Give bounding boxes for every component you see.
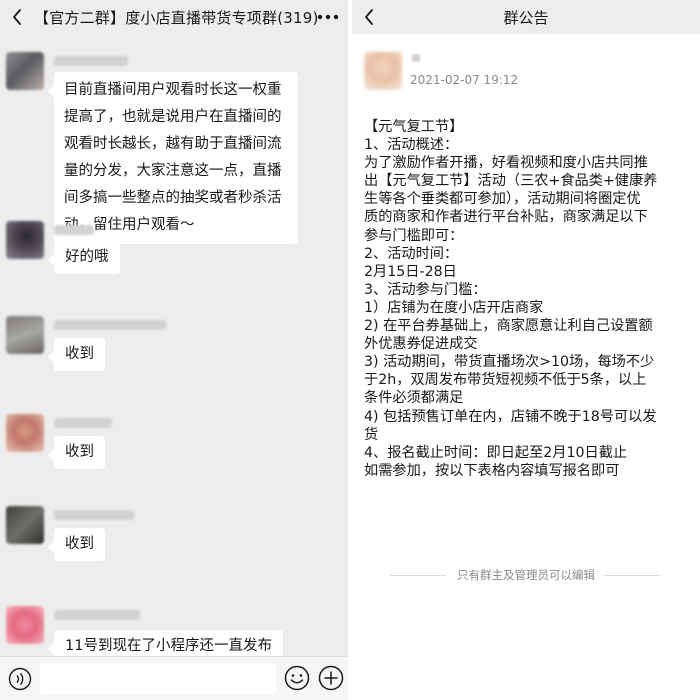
notice-line: 质的商家和作者进行平台补贴，商家满足以下 (364, 209, 648, 226)
avatar[interactable] (6, 414, 44, 452)
avatar[interactable] (364, 52, 402, 90)
emoji-icon[interactable] (284, 665, 310, 691)
edit-permission-note: 只有群主及管理员可以编辑 (352, 566, 700, 586)
avatar[interactable] (6, 52, 44, 90)
chat-title: 【官方二群】度小店直播带货专项群(319) (34, 8, 319, 27)
message-bubble[interactable]: 收到 (48, 436, 105, 469)
chevron-left-icon (13, 9, 21, 25)
chevron-left-icon (365, 9, 373, 25)
notice-line: 为了激励作者开播，好看视频和度小店共同推 (364, 155, 648, 172)
avatar[interactable] (6, 221, 44, 259)
notice-line: 1）店铺为在度小店开店商家 (364, 299, 544, 316)
author-name (412, 54, 420, 62)
notice-line: 2月15日-28日 (364, 263, 457, 280)
message-line: 收到 (65, 536, 94, 552)
notice-line: 货 (364, 426, 379, 443)
sender-name (54, 320, 166, 330)
notice-line: 【元气复工节】 (364, 119, 464, 135)
message-bubble[interactable]: 收到 (48, 338, 105, 371)
chat-screen: 【官方二群】度小店直播带货专项群(319) 目前直播间用户观看时长这一权重 提高… (0, 0, 348, 700)
notice-header: 群公告 (352, 0, 700, 34)
divider-line (604, 575, 660, 576)
more-button[interactable] (314, 6, 342, 28)
notice-line: 于2h，双周发布带货短视频不低于5条，以上 (364, 372, 647, 389)
back-button[interactable] (352, 0, 386, 34)
notice-line: 2) 在平台券基础上，商家愿意让利自己设置额 (364, 318, 653, 335)
notice-line: 2、活动时间： (364, 245, 459, 262)
message-line: 观看时长越长，越有助于直播间流 (64, 136, 282, 152)
notice-line: 条件必须都满足 (364, 390, 464, 407)
notice-title: 群公告 (503, 8, 549, 27)
sender-name (54, 510, 134, 520)
notice-line: 3) 活动期间，带货直播场次>10场，每场不少 (364, 354, 655, 371)
avatar[interactable] (6, 316, 44, 354)
notice-line: 外优惠券促进成交 (364, 336, 478, 353)
message-line: 提高了，也就是说用户在直播间的 (64, 109, 282, 125)
notice-line: 参与门槛即可： (364, 227, 464, 244)
notice-line: 3、活动参与门槛： (364, 281, 487, 298)
message-line: 量的分发，大家注意这一点，直播 (64, 163, 282, 179)
message-bubble[interactable]: 收到 (48, 528, 105, 561)
sender-name (54, 56, 128, 66)
notice-screen: 群公告 2021-02-07 19:12 【元气复工节】 1、活动概述： 为了激… (352, 0, 700, 700)
back-button[interactable] (0, 0, 34, 34)
message-line: 动，留住用户观看～ (64, 217, 195, 233)
message-bubble[interactable]: 好的哦 (48, 241, 120, 274)
chat-input-bar (0, 656, 348, 700)
sender-name (54, 610, 140, 620)
message-bubble[interactable]: 目前直播间用户观看时长这一权重 提高了，也就是说用户在直播间的 观看时长越长，越… (48, 72, 298, 244)
sender-name (54, 225, 94, 235)
notice-line: 1、活动概述： (364, 137, 459, 154)
message-line: 收到 (65, 346, 94, 362)
message-line: 好的哦 (65, 249, 109, 265)
message-input[interactable] (40, 663, 276, 695)
chat-header: 【官方二群】度小店直播带货专项群(319) (0, 0, 348, 34)
post-time: 2021-02-07 19:12 (410, 73, 519, 87)
notice-line: 4) 包括预售订单在内，店铺不晚于18号可以发 (364, 408, 657, 425)
sender-name (54, 418, 112, 428)
avatar[interactable] (6, 506, 44, 544)
more-dots-icon (317, 14, 339, 20)
notice-line: 生等各个垂类都可参加），活动期间将圈定优 (364, 191, 641, 208)
notice-content: 【元气复工节】 1、活动概述： 为了激励作者开播，好看视频和度小店共同推 出【元… (364, 118, 694, 480)
message-line: 间多搞一些整点的抽奖或者秒杀活 (64, 190, 282, 206)
notice-line: 出【元气复工节】活动（三农+食品类+健康养 (364, 173, 658, 190)
plus-icon[interactable] (318, 665, 344, 691)
voice-icon[interactable] (8, 667, 32, 691)
notice-line: 如需参加，按以下表格内容填写报名即可 (364, 462, 620, 479)
message-line: 目前直播间用户观看时长这一权重 (64, 82, 282, 98)
message-line: 收到 (65, 444, 94, 460)
avatar[interactable] (6, 606, 44, 644)
notice-line: 4、报名截止时间：即日起至2月10日截止 (364, 444, 628, 461)
